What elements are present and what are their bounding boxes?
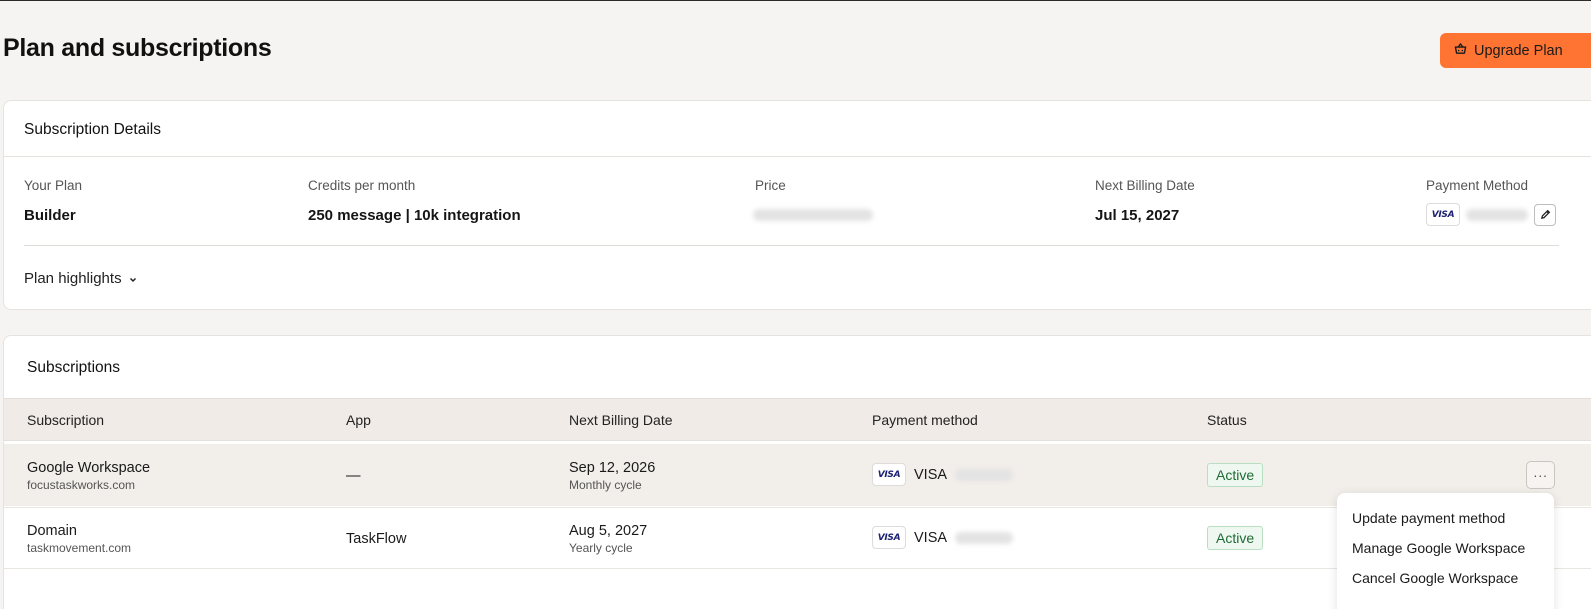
next-billing-value: Jul 15, 2027 bbox=[1095, 207, 1180, 224]
pencil-icon bbox=[1540, 209, 1550, 220]
divider bbox=[4, 156, 1591, 157]
subscription-payment-method: VISA VISA bbox=[872, 463, 1014, 486]
chevron-down-icon bbox=[129, 277, 136, 282]
divider bbox=[24, 245, 1559, 246]
visa-card-icon: VISA bbox=[872, 526, 906, 549]
payment-method-label: Payment Method bbox=[1426, 178, 1529, 193]
column-header-app: App bbox=[346, 412, 371, 428]
your-plan-value: Builder bbox=[24, 207, 76, 224]
subscription-payment-method: VISA VISA bbox=[872, 526, 1014, 549]
menu-item-cancel-workspace[interactable]: Cancel Google Workspace bbox=[1352, 570, 1518, 586]
price-label: Price bbox=[755, 178, 786, 193]
column-header-payment-method: Payment method bbox=[872, 412, 978, 428]
subscription-domain: taskmovement.com bbox=[27, 541, 132, 555]
subscription-details-card: Subscription Details Your Plan Builder C… bbox=[3, 100, 1591, 310]
more-options-button[interactable]: ··· bbox=[1526, 461, 1555, 489]
column-header-subscription: Subscription bbox=[27, 412, 105, 428]
plan-highlights-label: Plan highlights bbox=[24, 270, 122, 287]
subscription-cycle: Monthly cycle bbox=[569, 478, 642, 492]
subscription-name: Google Workspace bbox=[27, 460, 151, 476]
menu-item-update-payment[interactable]: Update payment method bbox=[1352, 510, 1505, 526]
card-number-redacted bbox=[1466, 208, 1528, 221]
price-value-redacted bbox=[753, 209, 873, 221]
credits-value: 250 message | 10k integration bbox=[308, 207, 521, 224]
subscription-app: TaskFlow bbox=[346, 531, 407, 547]
column-header-next-billing: Next Billing Date bbox=[569, 412, 673, 428]
subscription-name: Domain bbox=[27, 523, 77, 539]
edit-payment-button[interactable] bbox=[1534, 203, 1556, 226]
payment-method-value: VISA bbox=[1426, 203, 1556, 226]
subscription-domain: focustaskworks.com bbox=[27, 478, 136, 492]
basket-icon bbox=[1454, 42, 1467, 59]
subscriptions-title: Subscriptions bbox=[27, 359, 121, 376]
row-actions-menu: Update payment method Manage Google Work… bbox=[1337, 493, 1554, 609]
upgrade-plan-label: Upgrade Plan bbox=[1474, 42, 1563, 59]
visa-card-icon: VISA bbox=[1426, 203, 1460, 226]
column-header-status: Status bbox=[1207, 412, 1247, 428]
page-title: Plan and subscriptions bbox=[3, 34, 272, 62]
subscription-next-billing: Aug 5, 2027 bbox=[569, 523, 648, 539]
table-header: Subscription App Next Billing Date Payme… bbox=[4, 398, 1591, 441]
status-badge: Active bbox=[1207, 526, 1264, 550]
card-number-redacted bbox=[955, 468, 1014, 481]
top-border bbox=[0, 0, 1591, 1]
menu-item-manage-workspace[interactable]: Manage Google Workspace bbox=[1352, 540, 1525, 556]
payment-label: VISA bbox=[914, 529, 948, 546]
status-badge: Active bbox=[1207, 463, 1264, 487]
card-number-redacted bbox=[955, 531, 1014, 544]
next-billing-label: Next Billing Date bbox=[1095, 178, 1195, 193]
subscription-details-title: Subscription Details bbox=[24, 121, 161, 138]
subscription-cycle: Yearly cycle bbox=[569, 541, 633, 555]
subscription-app: — bbox=[346, 468, 361, 484]
credits-label: Credits per month bbox=[308, 178, 416, 193]
plan-highlights-toggle[interactable]: Plan highlights bbox=[24, 270, 138, 287]
payment-label: VISA bbox=[914, 466, 948, 483]
your-plan-label: Your Plan bbox=[24, 178, 83, 193]
subscription-next-billing: Sep 12, 2026 bbox=[569, 460, 656, 476]
upgrade-plan-button[interactable]: Upgrade Plan bbox=[1440, 33, 1591, 68]
visa-card-icon: VISA bbox=[872, 463, 906, 486]
